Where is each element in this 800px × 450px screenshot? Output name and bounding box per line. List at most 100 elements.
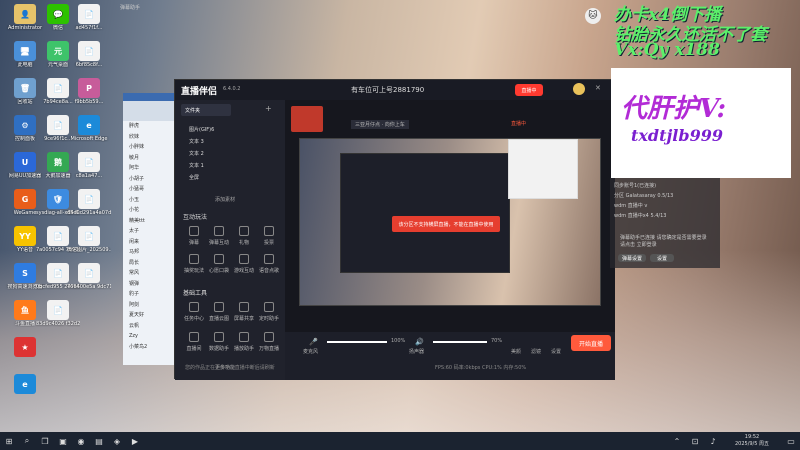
- tool-item[interactable]: 弹幕: [183, 226, 205, 246]
- qq-window[interactable]: 胖虎 欣妹 小胖妹 敏月 阿华 小胡子 小猛哥 小玉 小花 精美ttt 太子 闲来 马邦 局长 常风 钢弹 豹子…: [123, 93, 175, 365]
- taskbar-app-icon[interactable]: ▤: [90, 432, 108, 450]
- desktop-icon[interactable]: 📄 c8a1a47...: [67, 152, 111, 192]
- desktop-icon[interactable]: 📄 ad457f1f...: [67, 4, 111, 44]
- task-view-icon[interactable]: ❐: [36, 432, 54, 450]
- mic-label: 麦克风: [303, 349, 319, 355]
- tool-item[interactable]: 定时助手: [258, 302, 280, 322]
- settings-button[interactable]: 设置: [650, 254, 674, 262]
- clock-time: 19:52: [744, 434, 760, 440]
- bottom-tool[interactable]: 滤镜: [531, 348, 541, 355]
- taskbar-app-icon[interactable]: ▶: [126, 432, 144, 450]
- bottom-tool[interactable]: 美颜: [511, 348, 521, 355]
- wallpaper-text: 弹幕助手: [120, 5, 141, 11]
- tool-item[interactable]: 数据助手: [208, 332, 230, 352]
- tool-item[interactable]: 直播间: [183, 332, 205, 352]
- contact-item[interactable]: 小胡子: [123, 174, 175, 185]
- start-live-button[interactable]: 开始直播: [571, 335, 611, 351]
- contact-item[interactable]: 小菜鸟2: [123, 342, 175, 353]
- source-item[interactable]: 图片(GIF)6: [189, 126, 214, 133]
- tool-label: 礼物: [238, 240, 249, 246]
- tool-item[interactable]: 语音点歌: [258, 254, 280, 274]
- contact-item[interactable]: 马邦: [123, 247, 175, 258]
- contact-item[interactable]: 豹子: [123, 289, 175, 300]
- tool-item[interactable]: 播放助手: [233, 332, 255, 352]
- contact-item[interactable]: 夏天好: [123, 310, 175, 321]
- taskbar-app-icon[interactable]: ◈: [108, 432, 126, 450]
- tray-icon[interactable]: ⌃: [668, 432, 686, 450]
- contact-item[interactable]: 阿华: [123, 163, 175, 174]
- clock[interactable]: 19:52 2025/9/5 周五: [722, 434, 782, 448]
- tool-item[interactable]: 屏幕共享: [233, 302, 255, 322]
- source-item[interactable]: 文本 3: [189, 138, 204, 145]
- app-icon: e: [78, 115, 100, 135]
- add-source-button[interactable]: 添加素材: [215, 196, 235, 203]
- network-icon[interactable]: ⊡: [686, 432, 704, 450]
- bottom-tool[interactable]: 设置: [551, 348, 561, 355]
- contact-item[interactable]: 欣妹: [123, 132, 175, 143]
- tool-item[interactable]: 游戏互动: [233, 254, 255, 274]
- tool-item[interactable]: 心愿口袋: [208, 254, 230, 274]
- contact-item[interactable]: Zzy: [123, 331, 175, 342]
- scene-tab[interactable]: 文件夹: [181, 104, 231, 116]
- app-icon: 📄: [78, 4, 100, 24]
- notification-icon[interactable]: ▭: [782, 432, 800, 450]
- contact-item[interactable]: 常风: [123, 268, 175, 279]
- live-indicator[interactable]: 直播中: [515, 84, 543, 96]
- contact-item[interactable]: 敏月: [123, 153, 175, 164]
- mic-percent: 100%: [391, 338, 406, 344]
- desktop-icon[interactable]: 📄 微信图片_202509...: [67, 226, 111, 266]
- desktop-icon[interactable]: 📄83d9c4026 f32d270e...: [36, 300, 80, 340]
- close-icon[interactable]: ✕: [595, 84, 601, 92]
- desktop-icon[interactable]: e: [3, 374, 47, 414]
- tool-item[interactable]: 直播云图: [208, 302, 230, 322]
- mic-icon[interactable]: 🎤: [309, 338, 318, 346]
- preview-canvas[interactable]: 该分区不支持横屏直播，不能在直播中使用: [299, 138, 601, 306]
- desktop-icon[interactable]: 📄 6bf85c8f...: [67, 41, 111, 81]
- contact-item[interactable]: 闲来: [123, 237, 175, 248]
- contact-item[interactable]: 小玉: [123, 195, 175, 206]
- speaker-icon[interactable]: 🔊: [415, 338, 424, 346]
- app-icon: 📄: [78, 263, 100, 283]
- contact-item[interactable]: 小猛哥: [123, 184, 175, 195]
- add-icon[interactable]: +: [265, 104, 272, 113]
- avatar[interactable]: [573, 83, 585, 95]
- desktop-icon[interactable]: e Microsoft Edge: [67, 115, 111, 155]
- tool-item[interactable]: 投票: [258, 226, 280, 246]
- taskbar-app-icon[interactable]: ◉: [72, 432, 90, 450]
- mic-slider[interactable]: [327, 341, 387, 343]
- contact-item[interactable]: 云帆: [123, 321, 175, 332]
- source-item[interactable]: 文本 1: [189, 162, 204, 169]
- desktop-icon-label: 微信图片_202509...: [67, 247, 111, 253]
- app-icon: 💬: [47, 4, 69, 24]
- cat-icon[interactable]: 🐱: [585, 8, 601, 24]
- contact-item[interactable]: 阿剑: [123, 300, 175, 311]
- contact-item[interactable]: 精美ttt: [123, 216, 175, 227]
- volume-icon[interactable]: ♪: [704, 432, 722, 450]
- tool-item[interactable]: 弹幕互动: [208, 226, 230, 246]
- tool-item[interactable]: 礼物: [233, 226, 255, 246]
- qq-list[interactable]: 胖虎 欣妹 小胖妹 敏月 阿华 小胡子 小猛哥 小玉 小花 精美ttt 太子 闲来 马邦 局长 常风 钢弹 豹子…: [123, 121, 175, 352]
- tool-item[interactable]: 抽奖玩法: [183, 254, 205, 274]
- desktop-icon[interactable]: ★: [3, 337, 47, 377]
- desktop-icon[interactable]: 📄766400e5a 9dc71e5...: [67, 263, 111, 303]
- desktop-icon[interactable]: 📄d5d0d291a4a07d3...: [67, 189, 111, 229]
- contact-item[interactable]: 小胖妹: [123, 142, 175, 153]
- tool-item[interactable]: 任务中心: [183, 302, 205, 322]
- search-icon[interactable]: ⌕: [18, 432, 36, 450]
- contact-item[interactable]: 太子: [123, 226, 175, 237]
- source-item[interactable]: 全屏: [189, 174, 199, 181]
- desktop-icon-label: f9bb5b59...: [74, 99, 104, 105]
- taskbar-app-icon[interactable]: ▣: [54, 432, 72, 450]
- room-thumbnail[interactable]: [291, 106, 323, 132]
- contact-item[interactable]: 小花: [123, 205, 175, 216]
- desktop-icon[interactable]: Pf9bb5b59...: [67, 78, 111, 118]
- contact-item[interactable]: 胖虎: [123, 121, 175, 132]
- contact-item[interactable]: 局长: [123, 258, 175, 269]
- danmaku-settings-button[interactable]: 弹幕设置: [618, 254, 646, 262]
- start-icon[interactable]: ⊞: [0, 432, 18, 450]
- tool-item[interactable]: 万物直播: [258, 332, 280, 352]
- source-item[interactable]: 文本 2: [189, 150, 204, 157]
- speaker-slider[interactable]: [433, 341, 487, 343]
- contact-item[interactable]: 钢弹: [123, 279, 175, 290]
- section-basic: 基础工具: [183, 290, 208, 297]
